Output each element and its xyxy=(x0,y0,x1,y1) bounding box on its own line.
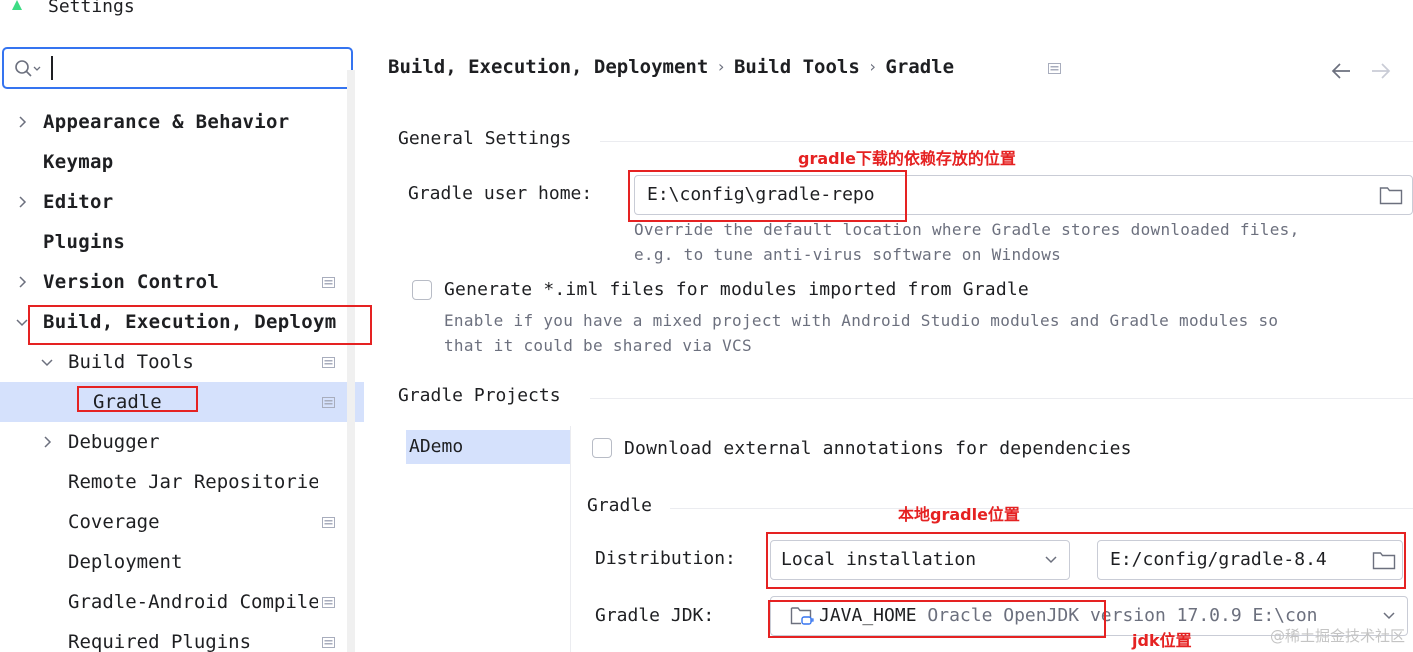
sidebar-item-label: Required Plugins xyxy=(68,631,252,652)
project-name: ADemo xyxy=(409,436,464,457)
breadcrumb-item[interactable]: Build, Execution, Deployment xyxy=(388,56,708,78)
sidebar-item-label: Deployment xyxy=(68,551,183,573)
section-divider xyxy=(590,398,1413,399)
project-level-icon xyxy=(1048,63,1061,74)
annotation-box-jdk xyxy=(768,600,1106,638)
search-icon[interactable] xyxy=(14,59,42,79)
breadcrumb-separator: › xyxy=(867,57,878,76)
annotation-box-gradle-item xyxy=(77,386,198,412)
sidebar-item-label: Version Control xyxy=(43,271,220,293)
project-level-icon xyxy=(322,357,335,368)
sidebar-item-debugger[interactable]: Debugger xyxy=(0,422,364,462)
sidebar-item-label: Editor xyxy=(43,191,114,213)
generate-iml-label[interactable]: Generate *.iml files for modules importe… xyxy=(444,279,1029,300)
download-annotations-checkbox[interactable] xyxy=(592,438,612,458)
sidebar-item-deployment[interactable]: Deployment xyxy=(0,542,364,582)
breadcrumb-separator: › xyxy=(716,57,726,76)
gradle-user-home-label: Gradle user home: xyxy=(408,183,593,204)
chevron-right-icon[interactable] xyxy=(16,116,28,128)
annotation-box-distribution xyxy=(766,532,1406,589)
title-bar: Settings xyxy=(0,0,1413,30)
settings-search-box[interactable] xyxy=(2,47,353,89)
sidebar-item-label: Appearance & Behavior xyxy=(43,111,290,133)
chevron-down-icon[interactable] xyxy=(41,356,53,368)
project-level-icon xyxy=(322,397,335,408)
text-cursor xyxy=(51,56,53,80)
sidebar-item-required-plugins[interactable]: Required Plugins xyxy=(0,622,364,652)
annotation-box-gradle-home xyxy=(628,170,907,222)
chevron-down-icon[interactable] xyxy=(16,316,28,328)
sidebar-item-label: Remote Jar Repositories xyxy=(68,471,318,493)
gradle-user-home-hint: e.g. to tune anti-virus software on Wind… xyxy=(634,245,1062,264)
sidebar-item-coverage[interactable]: Coverage xyxy=(0,502,364,542)
sidebar-item-label: Keymap xyxy=(43,151,114,173)
section-title-general-settings: General Settings xyxy=(398,128,572,149)
sidebar-item-keymap[interactable]: Keymap xyxy=(0,142,364,182)
sidebar-item-label: Coverage xyxy=(68,511,160,533)
sidebar-item-build-tools[interactable]: Build Tools xyxy=(0,342,364,382)
breadcrumb: Build, Execution, Deployment › Build Tools… xyxy=(388,56,954,78)
project-level-icon xyxy=(322,637,335,648)
project-list-item[interactable]: ADemo xyxy=(406,430,570,464)
forward-arrow-icon[interactable] xyxy=(1370,60,1392,82)
sidebar-item-plugins[interactable]: Plugins xyxy=(0,222,364,262)
android-studio-icon xyxy=(12,0,22,10)
chevron-right-icon[interactable] xyxy=(16,276,28,288)
project-level-icon xyxy=(322,517,335,528)
annotation-local-gradle: 本地gradle位置 xyxy=(898,505,1020,524)
breadcrumb-item[interactable]: Build Tools xyxy=(734,56,860,78)
gradle-jdk-label: Gradle JDK: xyxy=(595,605,715,626)
gradle-project-list: ADemo xyxy=(406,426,571,652)
sidebar-item-label: Plugins xyxy=(43,231,126,253)
back-arrow-icon[interactable] xyxy=(1330,60,1352,82)
section-divider xyxy=(600,141,1413,142)
project-level-icon xyxy=(322,597,335,608)
chevron-down-icon[interactable] xyxy=(1383,611,1395,621)
watermark: @稀土掘金技术社区 xyxy=(1269,627,1405,645)
sidebar-item-editor[interactable]: Editor xyxy=(0,182,364,222)
window-title: Settings xyxy=(48,0,135,17)
folder-icon[interactable] xyxy=(1379,185,1403,205)
sidebar-item-remote-jar-repositories[interactable]: Remote Jar Repositories xyxy=(0,462,364,502)
annotation-gradle-repo: gradle下载的依赖存放的位置 xyxy=(798,149,1016,168)
sidebar-item-gradle-android-compiler[interactable]: Gradle-Android Compiler xyxy=(0,582,364,622)
sidebar-scrollbar[interactable] xyxy=(347,70,355,652)
distribution-label: Distribution: xyxy=(595,548,736,569)
download-annotations-label[interactable]: Download external annotations for depend… xyxy=(624,438,1132,459)
breadcrumb-item: Gradle xyxy=(885,56,955,78)
section-title-gradle-projects: Gradle Projects xyxy=(398,385,561,406)
gradle-subtitle: Gradle xyxy=(587,495,653,516)
settings-search-input[interactable] xyxy=(58,53,338,83)
section-divider xyxy=(670,508,1413,509)
generate-iml-checkbox[interactable] xyxy=(412,280,432,300)
sidebar-item-label: Build Tools xyxy=(68,351,194,373)
generate-iml-hint: that it could be shared via VCS xyxy=(444,336,752,355)
chevron-right-icon[interactable] xyxy=(16,196,28,208)
sidebar-item-appearance-behavior[interactable]: Appearance & Behavior xyxy=(0,102,364,142)
project-level-icon xyxy=(322,277,335,288)
sidebar-item-label: Gradle-Android Compiler xyxy=(68,591,318,613)
sidebar-item-version-control[interactable]: Version Control xyxy=(0,262,364,302)
annotation-box-build-execution xyxy=(28,305,372,345)
annotation-jdk: jdk位置 xyxy=(1132,631,1192,650)
chevron-right-icon[interactable] xyxy=(41,436,53,448)
sidebar-item-label: Debugger xyxy=(68,431,160,453)
generate-iml-hint: Enable if you have a mixed project with … xyxy=(444,311,1279,330)
